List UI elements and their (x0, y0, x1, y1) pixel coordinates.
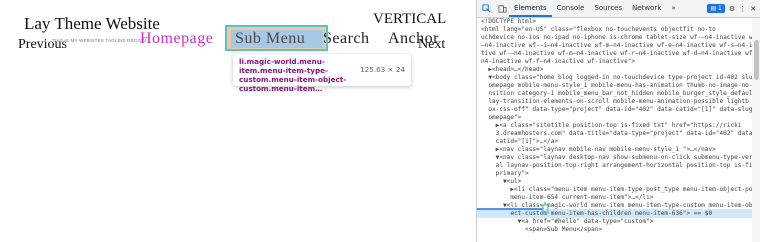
dom-line[interactable]: ▼<nav class="laynav desktop-nav show-sub… (481, 154, 752, 162)
nav-item-anchor[interactable]: Anchor (388, 30, 439, 48)
settings-gear-icon[interactable]: ⚙ (729, 5, 735, 13)
vertical-label: VERTICAL (373, 11, 447, 27)
inspect-tooltip: li.magic-world.menu-item.menu-item-type-… (233, 54, 411, 93)
tooltip-selector: li.magic-world.menu-item.menu-item-type-… (239, 57, 347, 93)
tab-network[interactable]: Network (627, 0, 666, 17)
close-icon[interactable]: ✕ (750, 5, 756, 13)
dom-line[interactable]: tive wf-—n4-inactive wf-m—n4-inactive wf… (481, 50, 752, 58)
issues-badge[interactable]: ▤ 1 (707, 4, 725, 13)
selection-arrow-icon (477, 204, 549, 214)
dom-line[interactable]: primary"> (481, 170, 752, 178)
tab-sources[interactable]: Sources (589, 0, 627, 17)
dom-line[interactable]: ox-css-off" data-type="project" data-id=… (481, 106, 752, 114)
more-tabs-button[interactable]: » (666, 0, 680, 17)
dom-line[interactable]: omepage mobile-menu-style_1 mobile-menu-… (481, 82, 752, 90)
dom-line[interactable]: catid="[1]">…</a> (481, 138, 752, 146)
scrollbar-thumb[interactable] (754, 40, 759, 80)
dom-line[interactable]: lay-transition-elements-on-scroll mobile… (481, 98, 752, 106)
issues-count: 1 (718, 5, 722, 12)
device-toolbar-icon[interactable] (495, 3, 509, 15)
nav-item-search[interactable]: Search (323, 30, 370, 48)
dom-line[interactable]: ▼<ul> (481, 178, 752, 186)
dom-line[interactable]: omepage"> (481, 114, 752, 122)
dom-line[interactable]: ▼<a href="#hello" data-type="custom"> (481, 218, 752, 226)
dom-line[interactable]: uchdevice no-ios no-ipad no-iphone is-ch… (481, 34, 752, 42)
devtools-toolbar: Elements Console Sources Network » ▤ 1 ⚙… (477, 0, 760, 18)
dom-line[interactable]: <html lang="en-US" class="flexbox no-tou… (481, 26, 752, 34)
dom-line[interactable]: <span>Sub Menu</span> (481, 226, 752, 234)
dom-line[interactable]: ▶<nav class="laynav mobile-nav mobile-me… (481, 146, 752, 154)
dom-line[interactable]: ▶<a class="sitetitle position-top is-fix… (481, 122, 752, 130)
dom-line[interactable]: nsition category-1 mobile_menu_bar_not_h… (481, 90, 752, 98)
tab-console[interactable]: Console (552, 0, 590, 17)
elements-scrollbar[interactable] (752, 18, 760, 242)
dom-line[interactable]: <!DOCTYPE html> (481, 18, 752, 26)
tab-elements[interactable]: Elements (509, 0, 552, 17)
website-viewport: Lay Theme Website THIS IS MY WEBSITES TA… (0, 0, 476, 242)
dom-line[interactable]: menu-item-654 current-menu-item">…</li> (481, 194, 752, 202)
devtools-panel: Elements Console Sources Network » ▤ 1 ⚙… (476, 0, 760, 242)
inspect-element-icon[interactable] (479, 3, 493, 15)
previous-link[interactable]: Previous (18, 37, 67, 53)
dom-line[interactable]: ▼<body class="home blog logged-in no-tou… (481, 74, 752, 82)
dom-line[interactable]: al laynav-position-top-right arrangement… (481, 162, 752, 170)
tooltip-dimensions: 125.63 × 24 (360, 65, 405, 74)
dom-line[interactable]: 3.dreamhosters.com" data-title="data-typ… (481, 130, 752, 138)
inspect-outline (225, 25, 328, 51)
dom-line[interactable]: n4-inactive wf-f—n4-inactive wf-inactive… (481, 58, 752, 66)
dom-line[interactable]: ▶<head>…</head> (481, 66, 752, 74)
more-options-icon[interactable]: ⋮ (739, 5, 746, 13)
nav-item-homepage[interactable]: Homepage (140, 30, 213, 48)
dom-line[interactable]: ▶<li class="menu-item menu-item-type-pos… (481, 186, 752, 194)
dom-line[interactable]: —n4-inactive wf-—i—n4-inactive wf-m—n4-i… (481, 42, 752, 50)
